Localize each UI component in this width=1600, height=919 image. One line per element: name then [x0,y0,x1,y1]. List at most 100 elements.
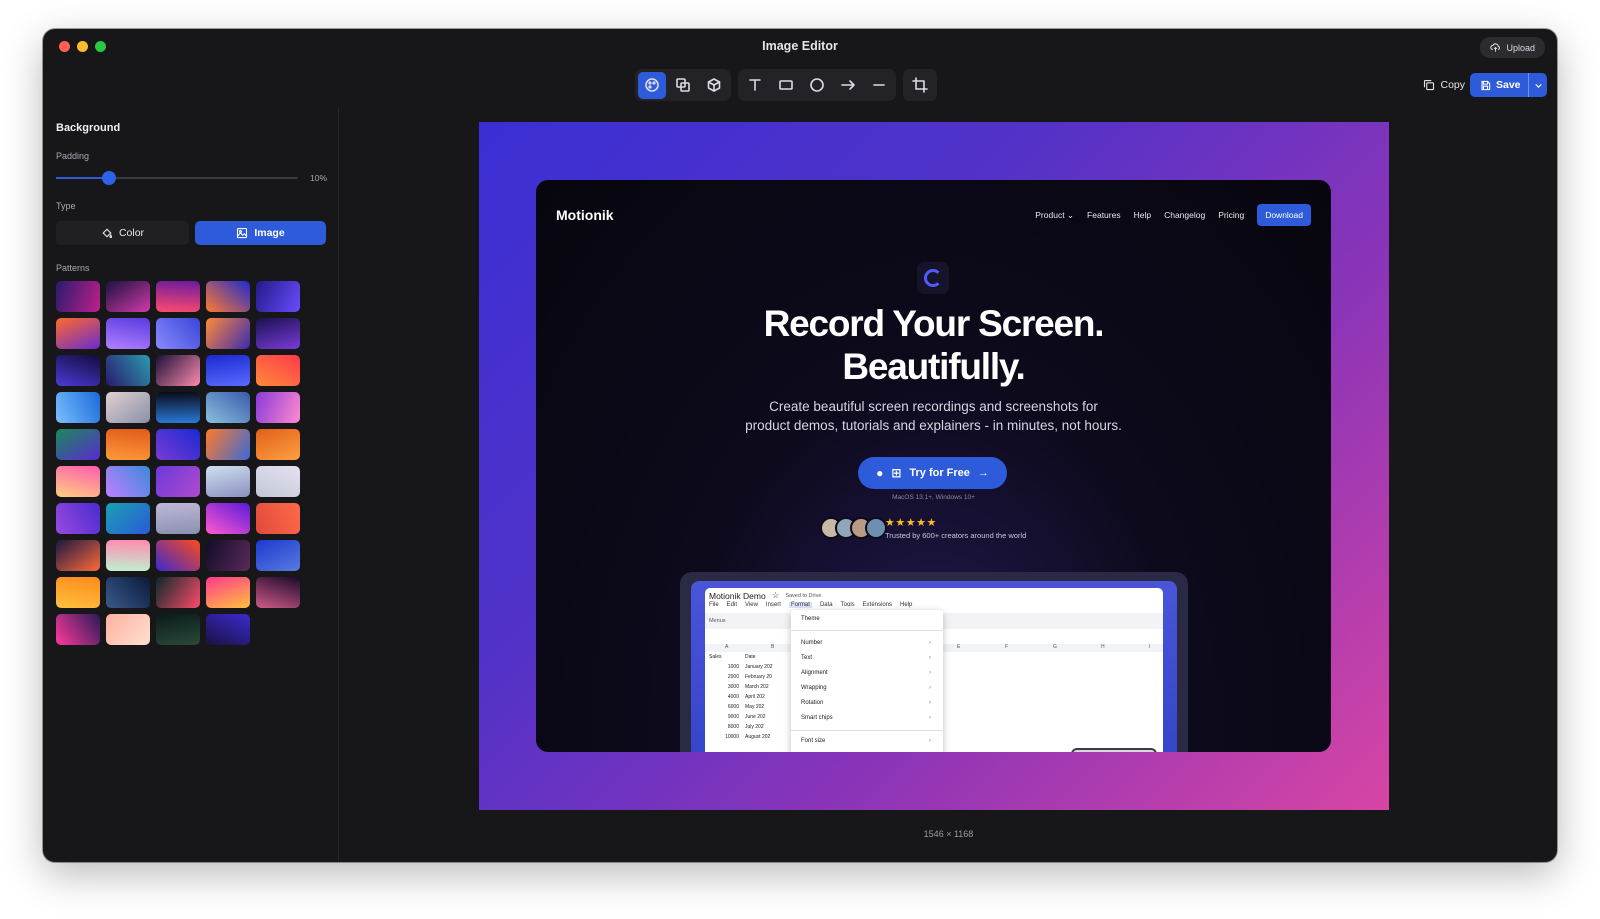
pattern-swatch[interactable] [156,503,200,534]
save-button-group: Save [1470,73,1547,97]
pattern-swatch[interactable] [106,503,150,534]
pattern-swatch[interactable] [256,577,300,608]
pattern-swatch[interactable] [206,466,250,497]
type-image-option[interactable]: Image [195,221,326,245]
pattern-swatch[interactable] [206,577,250,608]
save-options-dropdown[interactable] [1528,73,1547,97]
text-tool[interactable] [741,72,769,99]
pattern-swatch[interactable] [56,540,100,571]
pattern-swatch[interactable] [56,281,100,312]
pattern-swatch[interactable] [156,577,200,608]
pattern-swatch[interactable] [156,281,200,312]
pattern-swatch[interactable] [56,355,100,386]
pattern-swatch[interactable] [156,429,200,460]
sheet-menu-edit: Edit [726,602,738,608]
pattern-swatch[interactable] [206,281,250,312]
format-menu-item: Rotation › [801,700,931,706]
layers-tool[interactable] [669,72,697,99]
pattern-swatch[interactable] [56,392,100,423]
table-row: 10000 August 202 [709,734,770,740]
pattern-swatch[interactable] [56,577,100,608]
crop-icon [912,77,928,93]
pattern-swatch[interactable] [106,614,150,645]
window-title: Image Editor [762,39,838,53]
pattern-swatch[interactable] [56,614,100,645]
upload-button[interactable]: Upload [1480,37,1545,58]
padding-slider[interactable] [56,171,298,185]
3d-tool[interactable] [700,72,728,99]
pattern-swatch[interactable] [206,392,250,423]
date-cell: January 202 [745,664,773,670]
pattern-swatch[interactable] [156,466,200,497]
image-editor-window: Image Editor Upload Copy Save Background… [43,29,1557,862]
pattern-swatch[interactable] [256,503,300,534]
pattern-swatch[interactable] [206,429,250,460]
pattern-swatch[interactable] [256,318,300,349]
pattern-swatch[interactable] [106,281,150,312]
screenshot-preview[interactable]: Motionik Product ⌄ Features Help Changel… [536,180,1331,752]
header-cell-sales: Sales [709,654,722,660]
circle-icon [810,78,824,92]
pattern-swatch[interactable] [106,466,150,497]
pattern-swatch[interactable] [106,540,150,571]
pattern-swatch[interactable] [156,540,200,571]
text-icon [749,79,761,91]
pattern-swatch[interactable] [206,614,250,645]
chevron-right-icon: › [929,655,931,661]
pattern-swatch[interactable] [56,466,100,497]
arrow-tool[interactable] [834,72,862,99]
table-row: 1000 January 202 [709,664,773,670]
pattern-swatch[interactable] [256,281,300,312]
save-button[interactable]: Save [1470,73,1528,97]
date-cell: March 202 [745,684,769,690]
pattern-swatch[interactable] [256,392,300,423]
sheet-menu-file: File [709,602,719,608]
avatar [865,517,887,539]
crop-tool[interactable] [906,72,934,99]
date-cell: June 202 [745,714,766,720]
date-cell: February 20 [745,674,772,680]
pattern-swatch[interactable] [106,392,150,423]
rating-stars: ★★★★★ [885,517,937,529]
nav-changelog: Changelog [1164,210,1206,220]
pattern-swatch[interactable] [206,540,250,571]
line-tool[interactable] [865,72,893,99]
sales-cell: 4000 [727,694,739,700]
pattern-swatch[interactable] [156,355,200,386]
copy-button[interactable]: Copy [1423,74,1465,96]
format-menu: Theme Number › Text › Alignment › Wrapping ›… [791,610,943,752]
pattern-swatch[interactable] [106,355,150,386]
pattern-swatch[interactable] [106,318,150,349]
background-tool[interactable] [638,71,666,99]
pattern-swatch[interactable] [156,614,200,645]
pattern-swatch[interactable] [106,429,150,460]
sheet-menu-data: Data [819,602,833,608]
pattern-swatch[interactable] [206,318,250,349]
pattern-grid [56,281,300,645]
pattern-swatch[interactable] [256,540,300,571]
rectangle-tool[interactable] [772,72,800,99]
sales-cell: 9000 [727,714,739,720]
pattern-swatch[interactable] [256,429,300,460]
spreadsheet-demo: Motionik Demo ☆ Saved to Drive File Edit… [705,588,1163,752]
type-color-option[interactable]: Color [56,221,189,245]
pattern-swatch[interactable] [206,355,250,386]
pattern-swatch[interactable] [256,466,300,497]
3d-box-icon [707,78,721,92]
pattern-swatch[interactable] [156,318,200,349]
sheet-menus-label: Menus [709,618,726,624]
padding-slider-thumb[interactable] [102,171,117,185]
pattern-swatch[interactable] [56,503,100,534]
circle-tool[interactable] [803,72,831,99]
pattern-swatch[interactable] [156,392,200,423]
tool-group-shapes [738,69,896,101]
chevron-right-icon: › [929,700,931,706]
canvas-area: Motionik Product ⌄ Features Help Changel… [340,107,1557,862]
pattern-swatch[interactable] [56,429,100,460]
pattern-swatch[interactable] [206,503,250,534]
pattern-swatch[interactable] [256,355,300,386]
nav-product: Product ⌄ [1035,209,1075,220]
pattern-swatch[interactable] [106,577,150,608]
pattern-swatch[interactable] [56,318,100,349]
save-label: Save [1496,79,1521,91]
